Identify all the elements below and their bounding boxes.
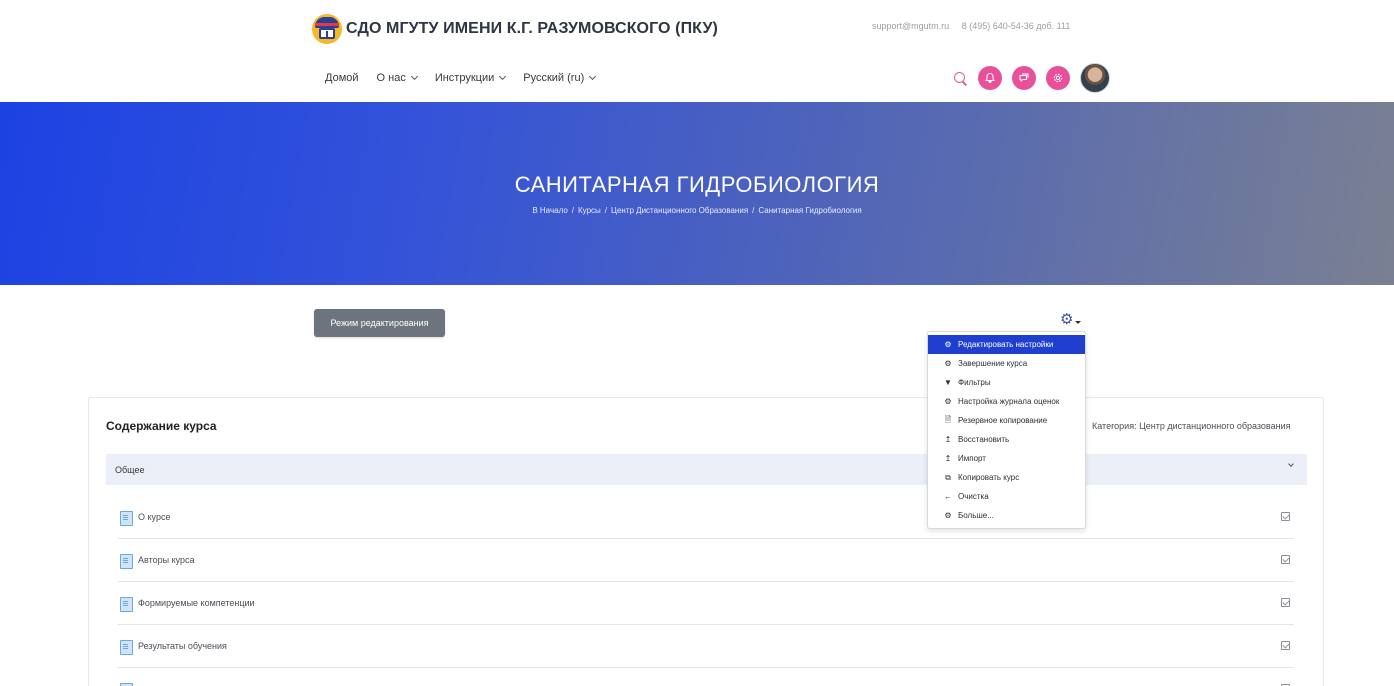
course-title: САНИТАРНАЯ ГИДРОБИОЛОГИЯ xyxy=(514,172,880,197)
menu-item-import[interactable]: ↥ Импорт xyxy=(928,449,1085,468)
header-actions xyxy=(952,63,1110,93)
menu-item-label: Очистка xyxy=(958,492,989,501)
menu-item-label: Завершение курса xyxy=(958,359,1028,368)
course-content-heading: Содержание курса xyxy=(106,419,217,433)
nav-about[interactable]: О нас xyxy=(376,72,418,84)
university-logo-icon xyxy=(312,14,342,44)
completion-checkbox[interactable] xyxy=(1281,555,1290,564)
menu-item-label: Резервное копирование xyxy=(958,416,1048,425)
gear-icon: ⚙ xyxy=(944,397,952,406)
gear-icon: ⚙ xyxy=(944,511,952,520)
filter-icon: ▼ xyxy=(944,378,952,387)
menu-item-label: Больше... xyxy=(958,511,994,520)
site-header: СДО МГУТУ ИМЕНИ К.Г. РАЗУМОВСКОГО (ПКУ) … xyxy=(0,0,1394,102)
completion-checkbox[interactable] xyxy=(1281,598,1290,607)
menu-item-copy-course[interactable]: ⧉ Копировать курс xyxy=(928,468,1085,487)
upload-icon: ↥ xyxy=(944,454,952,463)
activity-row xyxy=(118,668,1294,686)
breadcrumb: В Начало / Курсы / Центр Дистанционного Обра… xyxy=(0,206,1394,215)
site-title[interactable]: СДО МГУТУ ИМЕНИ К.Г. РАЗУМОВСКОГО (ПКУ) xyxy=(346,20,718,38)
primary-nav: Домой О нас Инструкции Русский (ru) xyxy=(325,72,597,84)
menu-item-label: Импорт xyxy=(958,454,986,463)
breadcrumb-current: Санитарная Гидробиология xyxy=(758,206,862,215)
page-icon xyxy=(120,639,133,655)
site-brand[interactable]: СДО МГУТУ ИМЕНИ К.Г. РАЗУМОВСКОГО (ПКУ) xyxy=(312,11,718,47)
menu-item-label: Восстановить xyxy=(958,435,1010,444)
chevron-down-icon xyxy=(410,72,418,81)
section-general-header[interactable]: Общее xyxy=(106,454,1307,485)
menu-item-filters[interactable]: ▼ Фильтры xyxy=(928,373,1085,392)
edit-mode-button[interactable]: Режим редактирования xyxy=(314,309,445,337)
gear-icon: ⚙ xyxy=(944,340,952,349)
course-category: Категория: Центр дистанционного образова… xyxy=(1092,421,1291,431)
activity-link[interactable]: Формируемые компетенции xyxy=(138,598,255,608)
completion-checkbox[interactable] xyxy=(1281,641,1290,650)
file-icon: 🗎 xyxy=(944,414,952,424)
chevron-down-icon xyxy=(499,72,507,81)
course-content-card: Содержание курса Категория: Центр дистан… xyxy=(88,397,1324,686)
menu-item-edit-settings[interactable]: ⚙ Редактировать настройки xyxy=(928,335,1085,354)
activity-row: Авторы курса xyxy=(118,539,1294,582)
gear-icon: ⚙ xyxy=(944,359,952,368)
activity-link[interactable]: О курсе xyxy=(138,512,170,522)
course-actions-toggle[interactable]: ⚙ xyxy=(1060,310,1082,328)
nav-home-label: Домой xyxy=(325,72,359,84)
copy-icon: ⧉ xyxy=(945,472,951,482)
breadcrumb-category[interactable]: Центр Дистанционного Образования xyxy=(611,206,748,215)
breadcrumb-separator: / xyxy=(752,206,755,215)
activity-link[interactable]: Авторы курса xyxy=(138,555,195,565)
support-phone: 8 (495) 640-54-36 доб. 111 xyxy=(961,21,1071,31)
contacts: support@mgutm.ru 8 (495) 640-54-36 доб. … xyxy=(872,21,1070,31)
gear-icon: ⚙ xyxy=(1060,311,1074,328)
chevron-down-icon xyxy=(589,72,597,81)
nav-instructions-label: Инструкции xyxy=(434,72,495,84)
arrow-left-icon: ← xyxy=(944,492,952,501)
menu-item-more[interactable]: ⚙ Больше... xyxy=(928,506,1085,525)
nav-instructions[interactable]: Инструкции xyxy=(434,72,507,84)
menu-item-label: Копировать курс xyxy=(958,473,1020,482)
menu-item-course-completion[interactable]: ⚙ Завершение курса xyxy=(928,354,1085,373)
page-icon xyxy=(120,553,133,569)
section-title: Общее xyxy=(115,464,145,475)
nav-home[interactable]: Домой xyxy=(325,72,359,84)
breadcrumb-courses[interactable]: Курсы xyxy=(578,206,601,215)
breadcrumb-separator: / xyxy=(604,206,608,215)
nav-language-label: Русский (ru) xyxy=(523,72,585,84)
chat-icon[interactable] xyxy=(1012,66,1036,90)
bell-icon[interactable] xyxy=(978,66,1002,90)
activity-row: Формируемые компетенции xyxy=(118,582,1294,625)
breadcrumb-separator: / xyxy=(571,206,575,215)
page-icon xyxy=(120,510,133,526)
activity-row: О курсе xyxy=(118,496,1294,539)
support-email[interactable]: support@mgutm.ru xyxy=(872,21,949,31)
chevron-down-icon[interactable] xyxy=(1288,461,1294,467)
search-icon[interactable] xyxy=(952,70,968,86)
menu-item-backup[interactable]: 🗎 Резервное копирование xyxy=(928,411,1085,430)
menu-item-reset[interactable]: ← Очистка xyxy=(928,487,1085,506)
completion-checkbox[interactable] xyxy=(1281,512,1290,521)
breadcrumb-home[interactable]: В Начало xyxy=(532,206,567,215)
menu-item-gradebook-setup[interactable]: ⚙ Настройка журнала оценок xyxy=(928,392,1085,411)
upload-icon: ↥ xyxy=(944,435,952,444)
menu-item-restore[interactable]: ↥ Восстановить xyxy=(928,430,1085,449)
menu-item-label: Редактировать настройки xyxy=(958,340,1054,349)
menu-item-label: Фильтры xyxy=(958,378,991,387)
activity-row: Результаты обучения xyxy=(118,625,1294,668)
nav-about-label: О нас xyxy=(376,72,406,84)
activity-link[interactable]: Результаты обучения xyxy=(138,641,227,651)
gear-icon[interactable] xyxy=(1046,66,1070,90)
page-icon xyxy=(120,596,133,612)
nav-language[interactable]: Русский (ru) xyxy=(523,72,597,84)
menu-item-label: Настройка журнала оценок xyxy=(958,397,1060,406)
user-avatar[interactable] xyxy=(1080,63,1110,93)
course-actions-menu: ⚙ Редактировать настройки ⚙ Завершение кур… xyxy=(927,331,1086,529)
course-banner: САНИТАРНАЯ ГИДРОБИОЛОГИЯ В Начало / Курсы /… xyxy=(0,102,1394,285)
caret-down-icon xyxy=(1075,320,1082,324)
